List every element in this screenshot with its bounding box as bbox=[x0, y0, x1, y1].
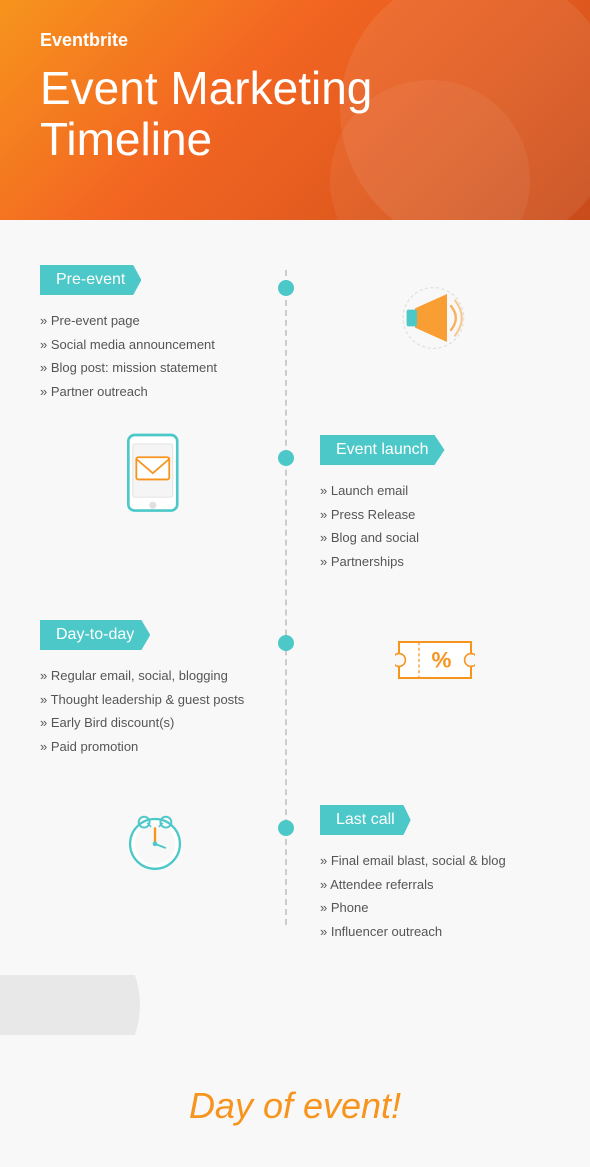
list-item: Launch email bbox=[320, 479, 550, 503]
list-item: Phone bbox=[320, 896, 550, 920]
list-item: Influencer outreach bbox=[320, 920, 550, 944]
main-content: Pre-event Pre-event page Social media an… bbox=[0, 220, 590, 1055]
clock-icon bbox=[40, 805, 270, 875]
header: Eventbrite Event Marketing Timeline bbox=[0, 0, 590, 220]
lc-items: Final email blast, social & blog Attende… bbox=[320, 845, 550, 947]
decoration-circle bbox=[0, 975, 140, 1035]
pre-event-items: Pre-event page Social media announcement… bbox=[40, 305, 270, 407]
launch-items: Launch email Press Release Blog and soci… bbox=[320, 475, 550, 577]
section-last-call: Last call Final email blast, social & bl… bbox=[0, 790, 590, 965]
list-item: Final email blast, social & blog bbox=[320, 849, 550, 873]
list-item: Blog post: mission statement bbox=[40, 356, 270, 380]
dtd-items: Regular email, social, blogging Thought … bbox=[40, 660, 270, 762]
section-day-to-day: Day-to-day Regular email, social, bloggi… bbox=[0, 605, 590, 780]
ticket-icon: % bbox=[320, 625, 550, 695]
list-item: Regular email, social, blogging bbox=[40, 664, 270, 688]
lc-right: Last call Final email blast, social & bl… bbox=[320, 805, 550, 947]
list-item: Blog and social bbox=[320, 526, 550, 550]
timeline-dot-launch bbox=[278, 450, 294, 466]
list-item: Partner outreach bbox=[40, 380, 270, 404]
timeline: Pre-event Pre-event page Social media an… bbox=[0, 250, 590, 965]
footer: Day of event! bbox=[0, 1055, 590, 1167]
list-item: Social media announcement bbox=[40, 333, 270, 357]
phone-icon bbox=[40, 430, 270, 520]
launch-label: Event launch bbox=[320, 435, 445, 465]
timeline-dot-lc bbox=[278, 820, 294, 836]
list-item: Paid promotion bbox=[40, 735, 270, 759]
list-item: Attendee referrals bbox=[320, 873, 550, 897]
list-item: Pre-event page bbox=[40, 309, 270, 333]
pre-event-label: Pre-event bbox=[40, 265, 141, 295]
timeline-dot-dtd bbox=[278, 635, 294, 651]
list-item: Early Bird discount(s) bbox=[40, 711, 270, 735]
lc-label: Last call bbox=[320, 805, 411, 835]
brand-name: Eventbrite bbox=[40, 30, 550, 51]
dtd-left: Day-to-day Regular email, social, bloggi… bbox=[40, 620, 270, 762]
timeline-dot-pre-event bbox=[278, 280, 294, 296]
list-item: Press Release bbox=[320, 503, 550, 527]
section-pre-event: Pre-event Pre-event page Social media an… bbox=[0, 250, 590, 410]
pre-event-left: Pre-event Pre-event page Social media an… bbox=[40, 265, 270, 407]
page-title: Event Marketing Timeline bbox=[40, 63, 550, 164]
launch-right: Event launch Launch email Press Release … bbox=[320, 435, 550, 577]
list-item: Thought leadership & guest posts bbox=[40, 688, 270, 712]
section-event-launch: Event launch Launch email Press Release … bbox=[0, 420, 590, 595]
dtd-label: Day-to-day bbox=[40, 620, 150, 650]
footer-text: Day of event! bbox=[0, 1085, 590, 1127]
list-item: Partnerships bbox=[320, 550, 550, 574]
svg-text:%: % bbox=[431, 648, 451, 673]
megaphone-icon bbox=[320, 270, 550, 350]
